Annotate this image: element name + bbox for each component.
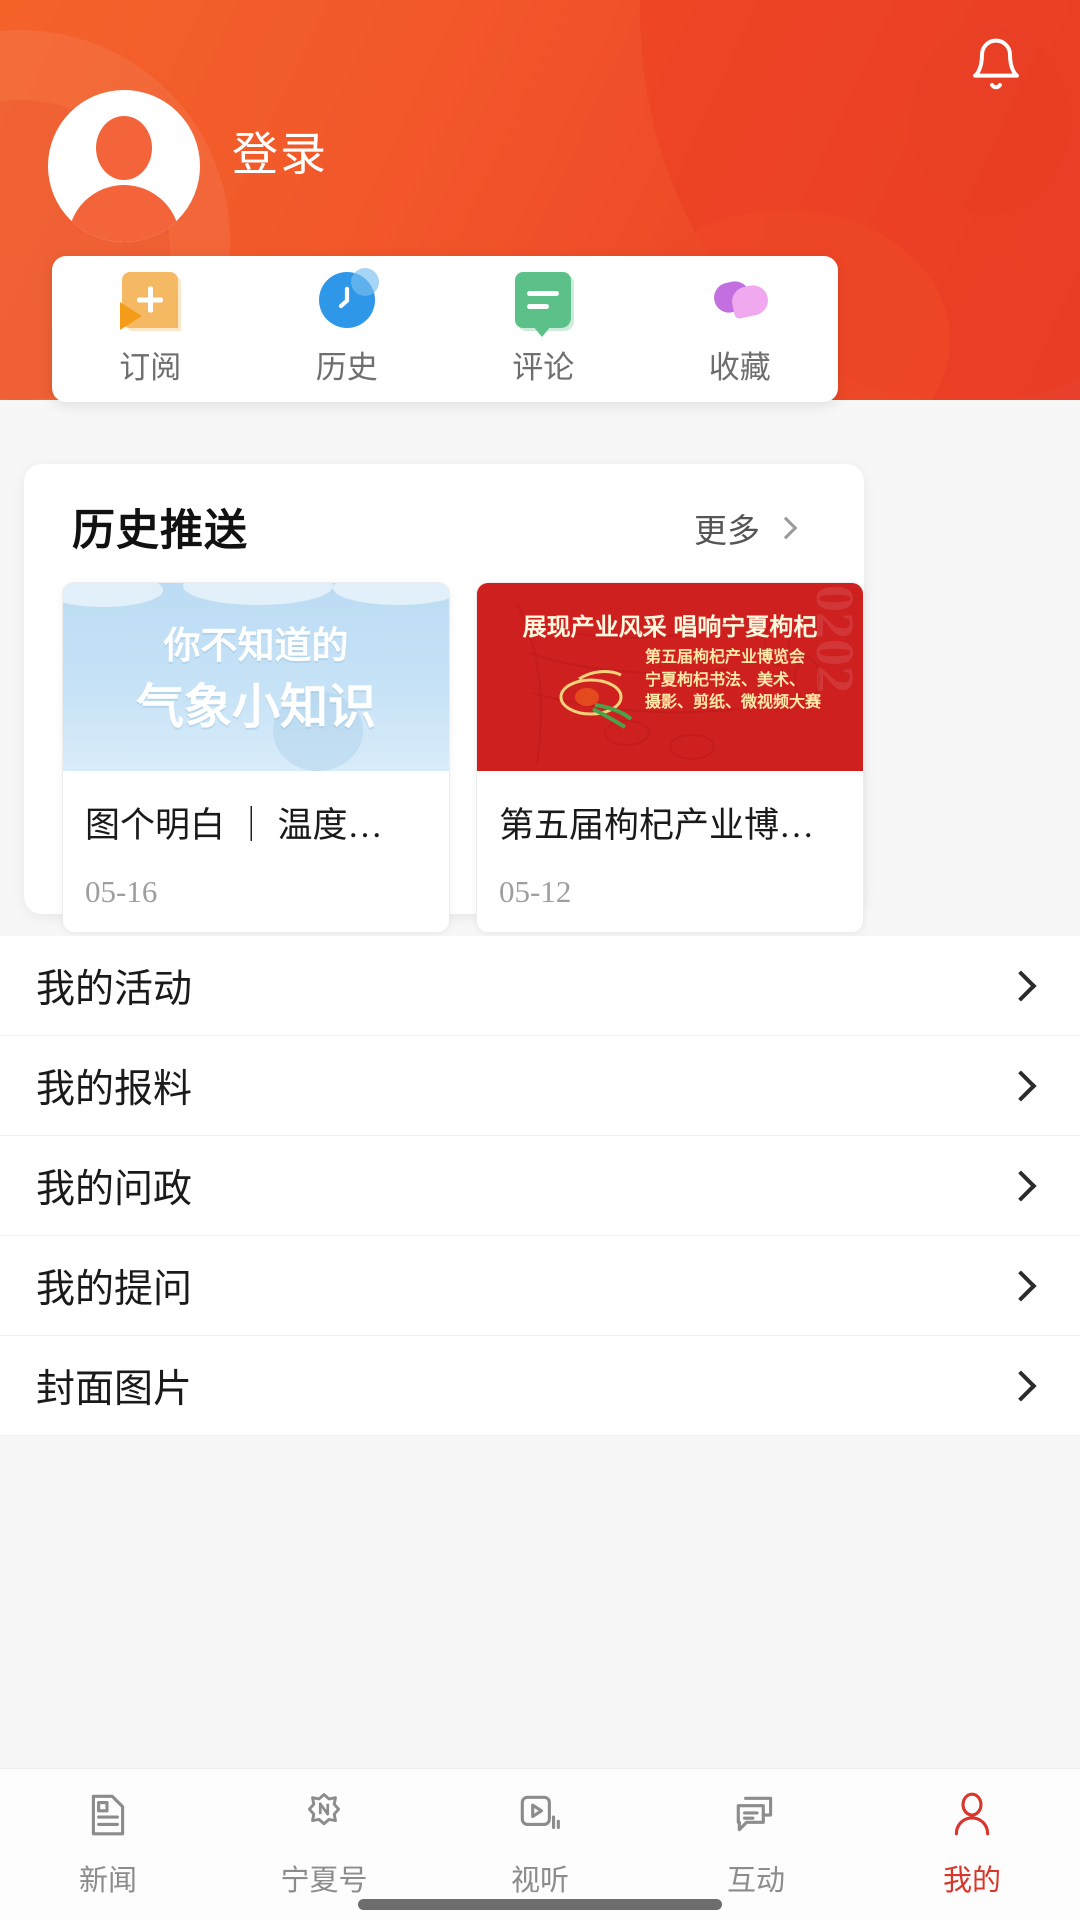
list-item-date: 05-12 — [499, 874, 572, 909]
quick-action-label: 收藏 — [708, 349, 771, 385]
quick-action-history[interactable]: 历史 — [249, 267, 446, 387]
quick-action-favorite[interactable]: 收藏 — [642, 272, 839, 387]
avatar-body — [68, 185, 180, 242]
chevron-right-icon — [774, 516, 798, 540]
quick-action-subscribe[interactable]: 订阅 — [52, 271, 249, 387]
chevron-right-icon — [1005, 1269, 1037, 1302]
menu-list: 我的活动 我的报料 我的问政 我的提问 封面图片 — [0, 936, 1080, 1436]
menu-item-label: 封面图片 — [36, 1367, 193, 1411]
goji-logo-icon — [543, 649, 639, 729]
list-item-date: 05-16 — [85, 874, 158, 909]
quick-action-label: 订阅 — [119, 349, 182, 385]
menu-item-label: 我的提问 — [36, 1267, 193, 1311]
thumbnail-line1: 你不知道的 — [163, 625, 349, 666]
news-document-icon — [83, 1790, 133, 1845]
profile-screen: 登录 订阅 历史 评论 收藏 历史推送 更多 你不知道的 气象小知识 图个明白 … — [0, 0, 1080, 1920]
menu-item-label: 我的报料 — [36, 1067, 193, 1111]
more-label: 更多 — [694, 514, 760, 550]
menu-item-label: 我的活动 — [36, 967, 193, 1011]
chevron-right-icon — [1005, 1169, 1037, 1202]
video-play-icon — [515, 1790, 565, 1845]
tab-label: 视听 — [510, 1865, 569, 1897]
favorite-icon — [711, 272, 771, 328]
tab-ningxia-hao[interactable]: 宁夏号 — [216, 1769, 432, 1920]
thumbnail-sub3: 摄影、剪纸、微视频大赛 — [645, 694, 822, 712]
list-item[interactable]: 你不知道的 气象小知识 图个明白 ｜ 温度… 05-16 — [62, 582, 450, 933]
menu-item-my-governance[interactable]: 我的问政 — [0, 1136, 1080, 1236]
news-thumbnail: 0202 展现产业风采 唱响宁夏枸杞 第五届枸杞产业博览会 宁夏枸杞书法、美术、… — [477, 583, 863, 771]
quick-action-comment[interactable]: 评论 — [445, 271, 642, 387]
login-button[interactable]: 登录 — [232, 118, 328, 184]
thumbnail-subtext: 第五届枸杞产业博览会 宁夏枸杞书法、美术、 摄影、剪纸、微视频大赛 — [645, 647, 821, 715]
quick-actions-card: 订阅 历史 评论 收藏 — [52, 256, 838, 402]
history-clock-icon — [318, 267, 379, 328]
tab-news[interactable]: 新闻 — [0, 1769, 216, 1920]
news-thumbnail: 你不知道的 气象小知识 — [63, 583, 449, 771]
home-indicator — [358, 1899, 722, 1910]
tab-label: 互动 — [726, 1865, 785, 1897]
thumbnail-sub1: 第五届枸杞产业博览会 — [645, 649, 806, 666]
list-item[interactable]: 0202 展现产业风采 唱响宁夏枸杞 第五届枸杞产业博览会 宁夏枸杞书法、美术、… — [476, 582, 864, 933]
quick-action-label: 历史 — [315, 349, 378, 385]
chat-bubbles-icon — [731, 1790, 781, 1845]
tab-interaction[interactable]: 互动 — [648, 1769, 864, 1920]
ningxia-n-icon — [299, 1790, 349, 1845]
thumbnail-headline: 展现产业风采 唱响宁夏枸杞 — [522, 614, 818, 641]
tab-label: 我的 — [942, 1865, 1001, 1897]
quick-action-label: 评论 — [512, 349, 575, 385]
menu-item-my-activity[interactable]: 我的活动 — [0, 936, 1080, 1036]
tab-mine[interactable]: 我的 — [864, 1769, 1080, 1920]
menu-item-my-questions[interactable]: 我的提问 — [0, 1236, 1080, 1336]
list-item-title: 第五届枸杞产业博… — [499, 806, 815, 845]
person-icon — [947, 1790, 997, 1845]
subscribe-icon — [120, 271, 179, 330]
history-push-header: 历史推送 更多 — [72, 496, 828, 566]
tab-label: 宁夏号 — [280, 1865, 368, 1897]
tab-video[interactable]: 视听 — [432, 1769, 648, 1920]
history-push-more-button[interactable]: 更多 — [694, 504, 798, 552]
menu-item-my-reports[interactable]: 我的报料 — [0, 1036, 1080, 1136]
thumbnail-sub2: 宁夏枸杞书法、美术、 — [645, 671, 806, 689]
comment-icon — [515, 271, 572, 337]
tab-label: 新闻 — [78, 1865, 137, 1897]
bell-icon[interactable] — [964, 32, 1028, 96]
avatar[interactable] — [48, 90, 200, 242]
chevron-right-icon — [1005, 1069, 1037, 1102]
bottom-tab-bar: 新闻 宁夏号 视听 互动 我的 — [0, 1768, 1080, 1920]
history-push-card: 历史推送 更多 你不知道的 气象小知识 图个明白 ｜ 温度… 05-16 020… — [24, 464, 864, 933]
menu-item-label: 我的问政 — [36, 1167, 193, 1211]
chevron-right-icon — [1005, 1369, 1037, 1402]
chevron-right-icon — [1005, 969, 1037, 1002]
history-push-list: 你不知道的 气象小知识 图个明白 ｜ 温度… 05-16 0202 展现产业风采… — [62, 582, 864, 933]
thumbnail-line2: 气象小知识 — [135, 681, 377, 734]
avatar-head — [96, 116, 152, 180]
menu-item-cover-image[interactable]: 封面图片 — [0, 1336, 1080, 1436]
list-item-title: 图个明白 ｜ 温度… — [85, 806, 383, 845]
